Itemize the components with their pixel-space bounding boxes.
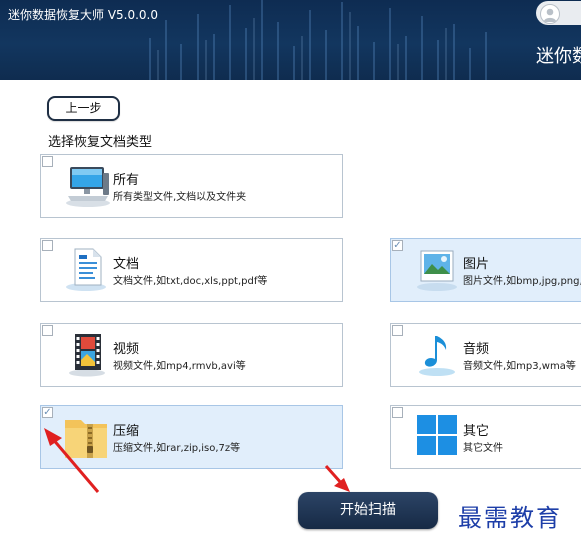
picture-icon: [413, 245, 463, 293]
category-desc: 压缩文件,如rar,zip,iso,7z等: [113, 443, 241, 454]
category-desc: 文档文件,如txt,doc,xls,ppt,pdf等: [113, 276, 268, 287]
watermark-text: 最需教育: [458, 504, 562, 532]
category-checkbox[interactable]: [392, 407, 403, 418]
category-card-all[interactable]: 所有 所有类型文件,文档以及文件夹: [40, 154, 343, 218]
film-icon: [63, 330, 113, 378]
app-title: 迷你数据恢复大师 V5.0.0.0: [8, 8, 159, 22]
section-label: 选择恢复文档类型: [48, 135, 153, 150]
category-desc: 所有类型文件,文档以及文件夹: [113, 192, 247, 203]
category-name: 图片: [463, 257, 490, 272]
category-desc: 音频文件,如mp3,wma等: [463, 361, 576, 372]
user-avatar-icon: [540, 4, 560, 24]
category-name: 所有: [113, 173, 140, 188]
category-name: 视频: [113, 342, 140, 357]
category-checkbox[interactable]: ✓: [392, 240, 403, 251]
category-name: 压缩: [113, 424, 140, 439]
windows-grid-icon: [413, 412, 463, 460]
brand-text: 迷你数: [536, 46, 581, 67]
music-note-icon: [413, 330, 463, 378]
category-checkbox[interactable]: [42, 240, 53, 251]
category-card-pictures[interactable]: ✓ 图片 图片文件,如bmp,jpg,png,: [390, 238, 581, 302]
document-icon: [63, 245, 113, 293]
annotation-arrow-icon: [44, 428, 100, 493]
category-name: 音频: [463, 342, 490, 357]
computer-icon: [63, 161, 113, 209]
category-desc: 图片文件,如bmp,jpg,png,: [463, 276, 581, 287]
back-button[interactable]: 上一步: [47, 96, 120, 121]
category-card-documents[interactable]: 文档 文档文件,如txt,doc,xls,ppt,pdf等: [40, 238, 343, 302]
category-name: 文档: [113, 257, 140, 272]
category-desc: 其它文件: [463, 443, 503, 454]
category-card-video[interactable]: 视频 视频文件,如mp4,rmvb,avi等: [40, 323, 343, 387]
category-checkbox[interactable]: [392, 325, 403, 336]
category-checkbox[interactable]: [42, 156, 53, 167]
category-card-audio[interactable]: 音频 音频文件,如mp3,wma等: [390, 323, 581, 387]
category-checkbox[interactable]: ✓: [42, 407, 53, 418]
category-checkbox[interactable]: [42, 325, 53, 336]
category-card-other[interactable]: 其它 其它文件: [390, 405, 581, 469]
user-account-button[interactable]: [536, 1, 581, 25]
annotation-arrow-icon: [324, 465, 350, 492]
category-desc: 视频文件,如mp4,rmvb,avi等: [113, 361, 246, 372]
header-banner: 迷你数据恢复大师 V5.0.0.0 迷你数: [0, 0, 581, 80]
category-name: 其它: [463, 424, 490, 439]
